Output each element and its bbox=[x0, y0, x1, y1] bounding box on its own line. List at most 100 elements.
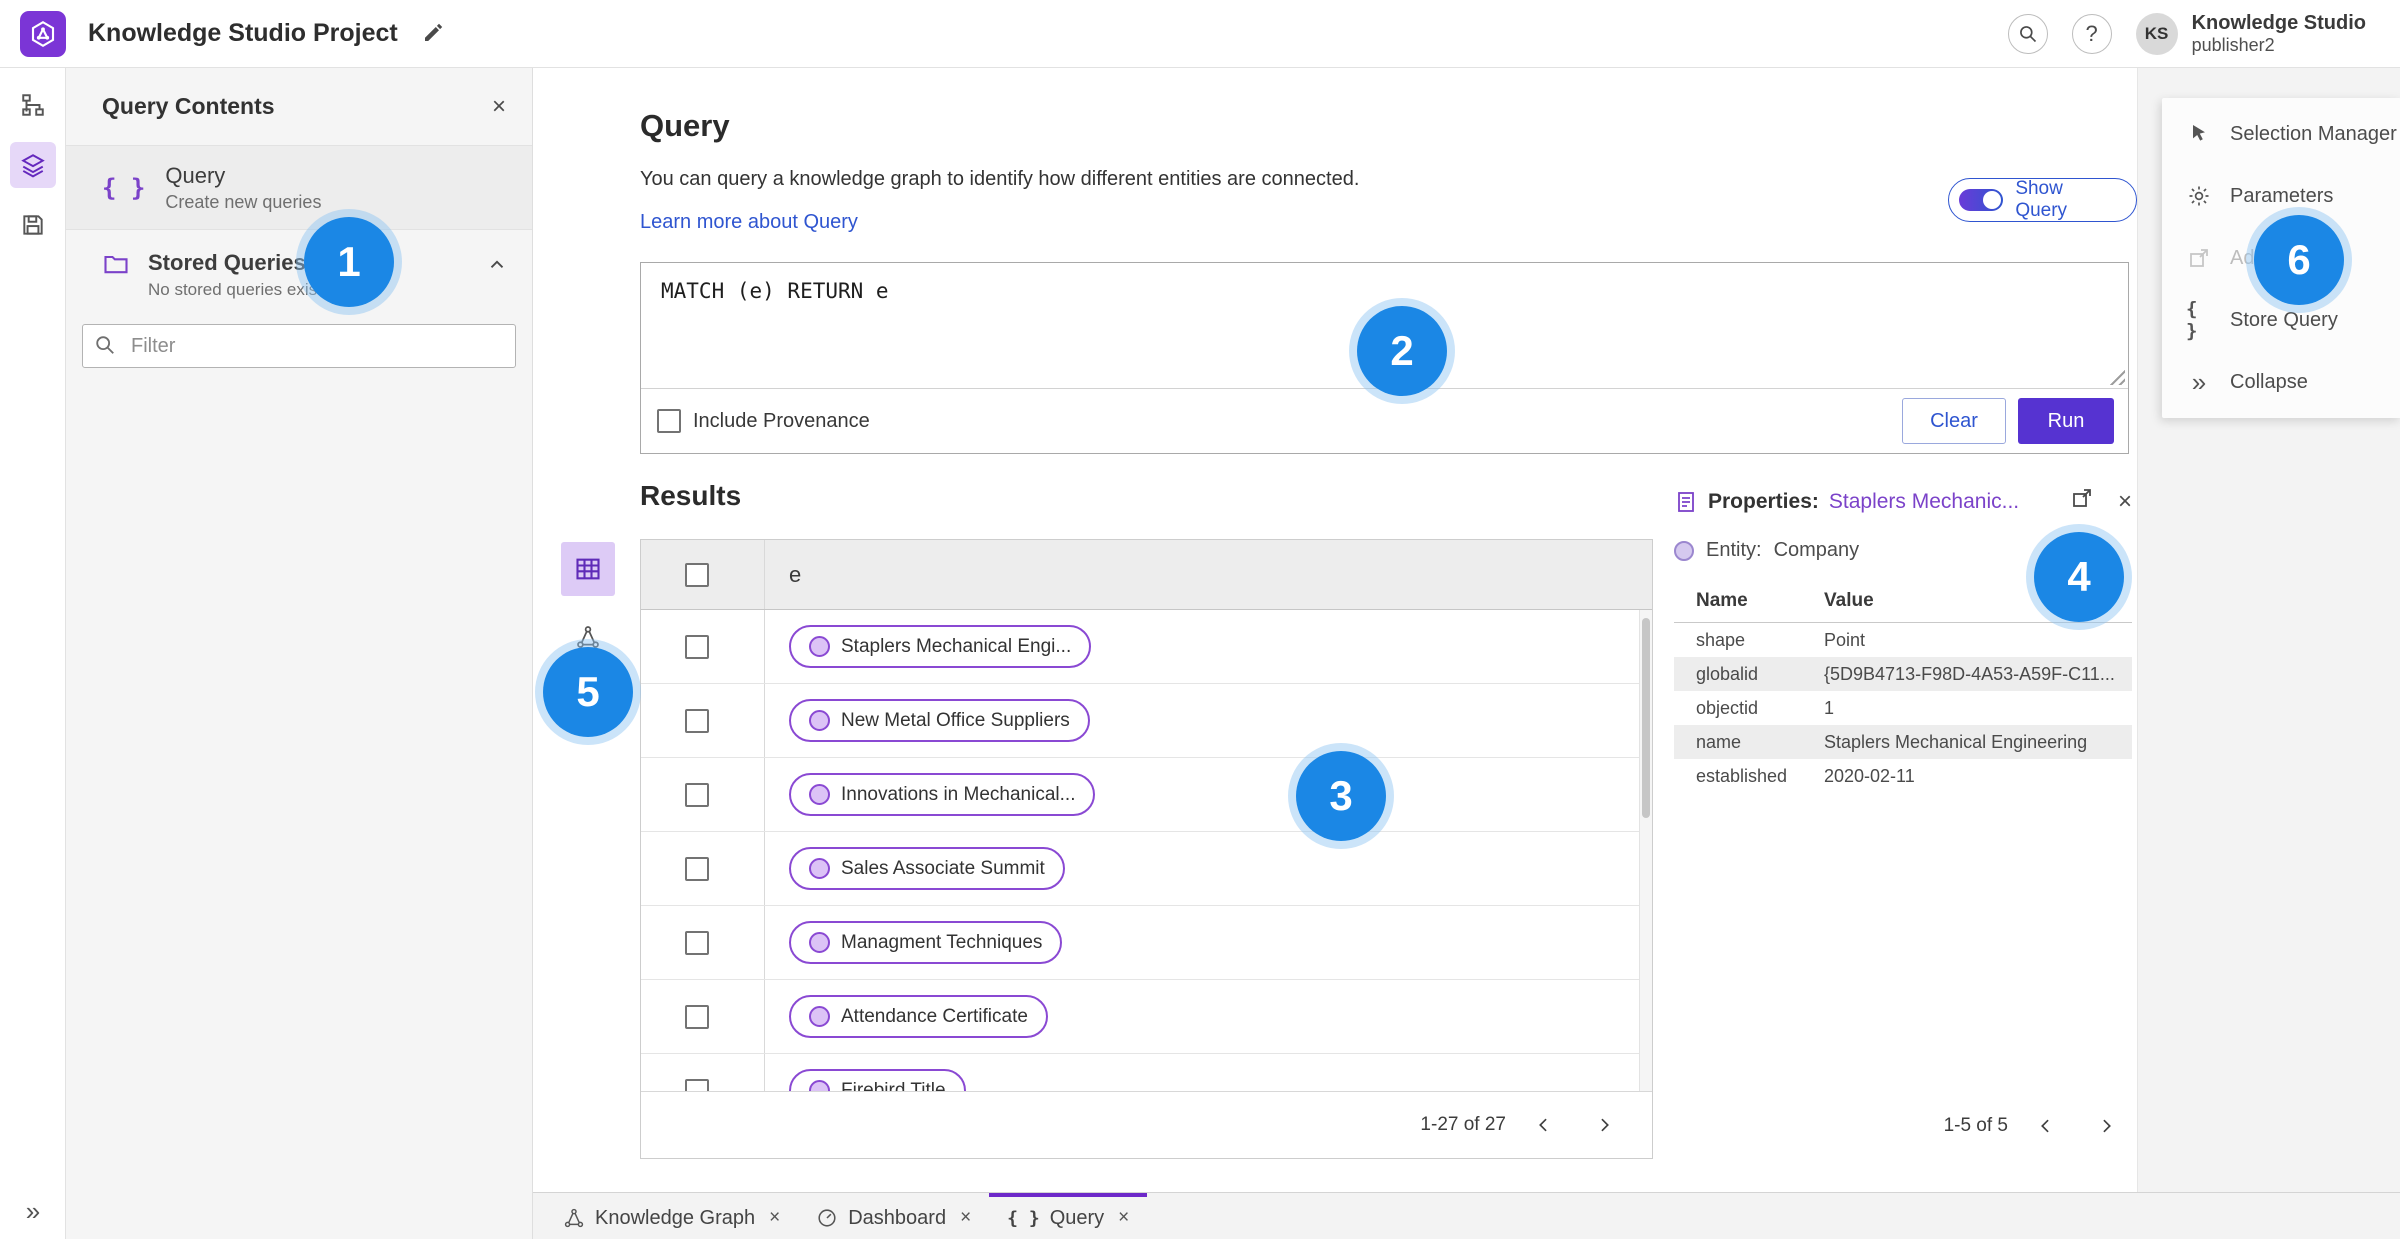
add-to-new-icon bbox=[2070, 486, 2094, 510]
entity-dot-icon bbox=[809, 784, 830, 805]
annotation-badge-4: 4 bbox=[2034, 532, 2124, 622]
learn-more-link[interactable]: Learn more about Query bbox=[640, 211, 858, 234]
entity-dot-icon bbox=[809, 932, 830, 953]
rail-save-button[interactable] bbox=[10, 202, 56, 248]
search-icon bbox=[94, 334, 116, 356]
help-button[interactable]: ? bbox=[2071, 13, 2112, 54]
tab-dashboard[interactable]: Dashboard × bbox=[798, 1193, 989, 1239]
column-header-e: e bbox=[789, 561, 802, 587]
braces-icon: { } bbox=[2186, 298, 2198, 342]
table-row: New Metal Office Suppliers bbox=[641, 684, 1639, 758]
filter-input[interactable] bbox=[82, 324, 516, 368]
entity-type: Company bbox=[1773, 539, 1860, 561]
table-view-button[interactable] bbox=[561, 542, 615, 596]
properties-table: Name Value shape Point globalid {5D9B471… bbox=[1674, 590, 2132, 793]
results-view-toolbar bbox=[561, 542, 615, 664]
query-list-item[interactable]: { } Query Create new queries bbox=[66, 146, 532, 230]
page-description: You can query a knowledge graph to ident… bbox=[640, 168, 1360, 190]
entity-pill[interactable]: Staplers Mechanical Engi... bbox=[789, 625, 1092, 668]
row-checkbox[interactable] bbox=[685, 782, 709, 807]
next-page-button[interactable] bbox=[2084, 1104, 2128, 1148]
user-role: publisher2 bbox=[2191, 34, 2275, 55]
include-provenance-checkbox[interactable] bbox=[657, 409, 681, 433]
stored-queries-section[interactable]: Stored Queries No stored queries exist bbox=[66, 230, 532, 314]
entity-pill[interactable]: Sales Associate Summit bbox=[789, 847, 1065, 890]
show-query-label: Show Query bbox=[2015, 178, 2068, 221]
row-checkbox[interactable] bbox=[685, 1004, 709, 1029]
property-row: established 2020-02-11 bbox=[1696, 765, 1915, 786]
scrollbar-thumb[interactable] bbox=[1642, 618, 1650, 818]
properties-close-button[interactable]: × bbox=[2118, 488, 2132, 516]
clear-button[interactable]: Clear bbox=[1902, 398, 2006, 444]
edit-title-button[interactable] bbox=[422, 20, 446, 47]
table-row: Firebird Title bbox=[641, 1054, 1639, 1091]
show-query-toggle[interactable]: Show Query bbox=[1948, 178, 2137, 222]
save-icon bbox=[20, 212, 46, 238]
results-range: 1-27 of 27 bbox=[1420, 1114, 1506, 1135]
user-name: Knowledge Studio bbox=[2191, 11, 2366, 34]
annotation-badge-3: 3 bbox=[1296, 751, 1386, 841]
selection-manager-item[interactable]: Selection Manager bbox=[2162, 103, 2400, 165]
avatar[interactable]: KS bbox=[2135, 12, 2178, 55]
select-all-checkbox[interactable] bbox=[685, 562, 709, 587]
query-item-title: Query bbox=[165, 162, 226, 188]
bottom-tab-bar: Knowledge Graph × Dashboard × { } Query … bbox=[533, 1192, 2400, 1239]
property-row: globalid {5D9B4713-F98D-4A53-A59F-C11... bbox=[1674, 657, 2132, 691]
run-button[interactable]: Run bbox=[2018, 398, 2114, 444]
entity-pill[interactable]: Managment Techniques bbox=[789, 921, 1063, 964]
prev-page-button[interactable] bbox=[2024, 1104, 2068, 1148]
rail-contents-button[interactable] bbox=[10, 142, 56, 188]
next-page-button[interactable] bbox=[1582, 1103, 1626, 1147]
page-title: Query bbox=[640, 108, 730, 143]
braces-icon: { } bbox=[1007, 1207, 1040, 1229]
property-row: name Staplers Mechanical Engineering bbox=[1674, 725, 2132, 759]
search-button[interactable] bbox=[2007, 13, 2048, 54]
row-checkbox[interactable] bbox=[685, 708, 709, 733]
tab-knowledge-graph[interactable]: Knowledge Graph × bbox=[545, 1193, 798, 1239]
resize-handle[interactable] bbox=[2109, 369, 2125, 385]
entity-label: Entity: bbox=[1706, 539, 1762, 561]
table-icon bbox=[574, 555, 602, 583]
entity-pill[interactable]: Attendance Certificate bbox=[789, 995, 1048, 1038]
row-checkbox[interactable] bbox=[685, 1078, 709, 1091]
query-item-subtitle: Create new queries bbox=[165, 191, 322, 212]
chevron-up-icon bbox=[486, 254, 508, 276]
entity-pill[interactable]: New Metal Office Suppliers bbox=[789, 699, 1090, 742]
knowledge-graph-icon bbox=[563, 1207, 585, 1229]
close-tab-button[interactable]: × bbox=[960, 1207, 971, 1229]
results-pagination: 1-27 of 27 bbox=[641, 1091, 1652, 1158]
chevron-left-icon bbox=[1534, 1115, 1554, 1135]
gear-icon bbox=[2186, 184, 2212, 208]
close-icon: × bbox=[1118, 1207, 1130, 1228]
col-name: Name bbox=[1696, 590, 1748, 611]
row-checkbox[interactable] bbox=[685, 856, 709, 881]
rail-expand-button[interactable]: » bbox=[0, 1196, 66, 1227]
prev-page-button[interactable] bbox=[1522, 1103, 1566, 1147]
properties-entity-link[interactable]: Staplers Mechanic... bbox=[1829, 490, 2019, 514]
results-table: e Staplers Mechanical Engi... New Metal … bbox=[640, 539, 1653, 1159]
help-icon: ? bbox=[2085, 20, 2098, 46]
tab-query[interactable]: { } Query × bbox=[989, 1192, 1148, 1239]
row-checkbox[interactable] bbox=[685, 930, 709, 955]
collapse-item[interactable]: » Collapse bbox=[2162, 351, 2400, 413]
project-title: Knowledge Studio Project bbox=[88, 19, 398, 47]
property-row: objectid 1 bbox=[1696, 697, 1835, 718]
panel-close-button[interactable]: × bbox=[492, 93, 506, 121]
app-logo-button[interactable] bbox=[20, 10, 66, 57]
close-tab-button[interactable]: × bbox=[1118, 1207, 1129, 1229]
stored-queries-subtitle: No stored queries exist bbox=[148, 280, 322, 299]
rail-data-model-button[interactable] bbox=[10, 82, 56, 128]
selection-manager-icon bbox=[2186, 122, 2212, 146]
properties-range: 1-5 of 5 bbox=[1943, 1114, 2008, 1136]
annotation-badge-6: 6 bbox=[2254, 215, 2344, 305]
entity-pill[interactable]: Innovations in Mechanical... bbox=[789, 773, 1096, 816]
properties-header: Properties: Staplers Mechanic... × bbox=[1674, 486, 2132, 517]
vertical-scrollbar[interactable] bbox=[1639, 610, 1652, 1091]
row-checkbox[interactable] bbox=[685, 634, 709, 659]
add-to-new-button[interactable] bbox=[2070, 486, 2094, 517]
collapse-section-button[interactable] bbox=[486, 254, 508, 279]
table-row: Staplers Mechanical Engi... bbox=[641, 610, 1639, 684]
close-tab-button[interactable]: × bbox=[769, 1207, 780, 1229]
chevron-right-icon bbox=[2096, 1116, 2116, 1136]
entity-pill[interactable]: Firebird Title bbox=[789, 1069, 966, 1091]
